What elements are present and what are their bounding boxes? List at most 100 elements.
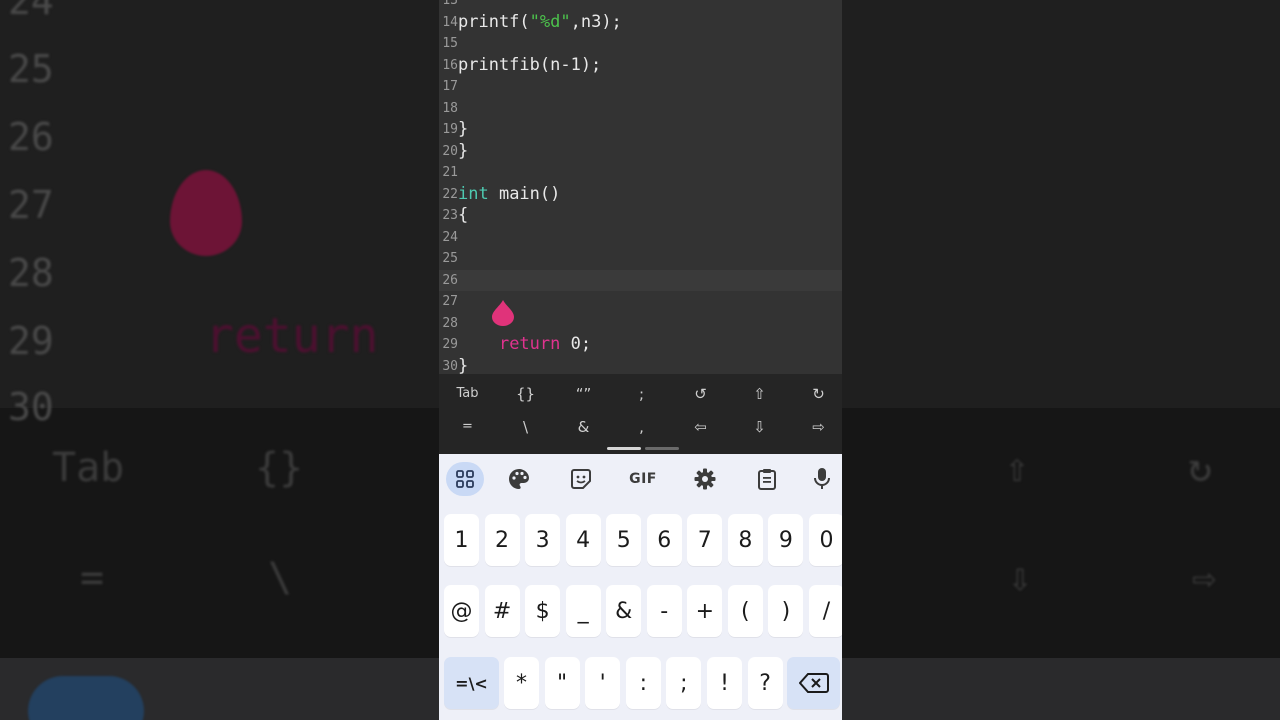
palette-icon[interactable] xyxy=(500,462,538,496)
code-line[interactable]: 19} xyxy=(439,119,842,140)
key[interactable]: 3 xyxy=(525,514,561,566)
extra-key[interactable]: “” xyxy=(555,384,612,404)
key[interactable]: 5 xyxy=(606,514,642,566)
soft-keyboard: GIF 1234567890 @ # $ _ & - +() / =\< * " ':;!? xyxy=(439,454,842,720)
key[interactable]: @ xyxy=(444,585,479,637)
code-line[interactable]: 25 xyxy=(439,248,842,269)
code-token: int xyxy=(458,183,489,204)
bg-line-number: 30 xyxy=(8,385,54,429)
code-line[interactable]: 21 xyxy=(439,162,842,183)
gif-label: GIF xyxy=(629,471,657,487)
key[interactable]: " xyxy=(544,657,580,709)
extra-key[interactable]: \ xyxy=(497,417,554,437)
code-line[interactable]: 15 xyxy=(439,33,842,54)
key[interactable]: ( xyxy=(727,585,763,637)
bg-active-circle xyxy=(28,676,144,720)
code-line[interactable]: 13 xyxy=(439,0,842,11)
code-line[interactable]: 17 xyxy=(439,76,842,97)
extra-key[interactable]: , xyxy=(613,417,670,437)
extra-keys-bar: Tab{} “”; ↺ ⇧ ↻ = \ &, ⇦ ⇩ ⇨ xyxy=(439,374,842,454)
settings-gear-icon[interactable] xyxy=(686,462,724,496)
extra-key[interactable]: ⇨ xyxy=(790,417,842,437)
bg-extra-key: = xyxy=(80,555,105,601)
code-text: int main() xyxy=(458,184,560,205)
extra-key[interactable]: ; xyxy=(613,384,670,404)
page-indicator-inactive[interactable] xyxy=(645,447,679,450)
code-line[interactable]: 30} xyxy=(439,356,842,375)
line-number: 14 xyxy=(442,14,458,30)
line-number: 18 xyxy=(442,100,458,116)
key[interactable]: ' xyxy=(585,657,621,709)
key[interactable]: 9 xyxy=(768,514,804,566)
key[interactable]: 4 xyxy=(565,514,601,566)
key[interactable]: 2 xyxy=(484,514,520,566)
key[interactable]: $ xyxy=(525,585,561,637)
line-number: 30 xyxy=(442,358,458,374)
line-number: 26 xyxy=(442,272,458,288)
bg-line-number: 24 xyxy=(8,0,54,23)
line-number: 23 xyxy=(442,208,458,223)
key[interactable]: / xyxy=(808,585,842,637)
line-number: 22 xyxy=(442,186,458,202)
code-token: 0; xyxy=(560,334,592,354)
line-number: 21 xyxy=(442,165,458,180)
bg-line-number: 27 xyxy=(8,183,54,227)
line-number: 24 xyxy=(442,229,458,245)
line-number: 17 xyxy=(442,79,458,94)
code-line[interactable]: 18 xyxy=(439,98,842,119)
code-line[interactable]: 14 printf("%d",n3); xyxy=(439,12,842,33)
line-number: 20 xyxy=(442,143,458,159)
extra-key[interactable]: ↻ xyxy=(790,384,842,404)
key[interactable]: 0 xyxy=(808,514,842,566)
key[interactable]: 6 xyxy=(646,514,682,566)
sticker-icon[interactable] xyxy=(562,462,600,496)
page-indicator-active xyxy=(607,447,641,450)
microphone-icon[interactable] xyxy=(803,462,841,496)
bg-extra-key: ↻ xyxy=(1188,445,1213,491)
key[interactable]: 1 xyxy=(444,514,479,566)
extra-key[interactable]: ⇦ xyxy=(672,417,729,437)
extra-key[interactable]: ⇩ xyxy=(731,417,788,437)
code-line[interactable]: 20} xyxy=(439,141,842,162)
key[interactable]: 7 xyxy=(687,514,723,566)
extra-key[interactable]: = xyxy=(439,417,496,437)
extra-key[interactable]: Tab xyxy=(439,384,496,404)
key[interactable]: 8 xyxy=(727,514,763,566)
code-line[interactable]: 26 xyxy=(439,269,842,291)
key[interactable]: ) xyxy=(768,585,804,637)
code-line[interactable]: 22 int main() xyxy=(439,184,842,205)
key[interactable]: & xyxy=(606,585,642,637)
key[interactable]: _ xyxy=(565,585,601,637)
code-text: } xyxy=(458,140,469,161)
phone-screen: 13 14 printf("%d",n3); 15 16 printfib(n-1); 17… xyxy=(439,0,842,720)
key[interactable]: ; xyxy=(666,657,702,709)
code-line[interactable]: 24 xyxy=(439,227,842,248)
bg-line-number: 25 xyxy=(8,47,54,91)
key[interactable]: ? xyxy=(747,657,783,709)
key[interactable]: : xyxy=(625,657,661,709)
code-editor[interactable]: 13 14 printf("%d",n3); 15 16 printfib(n-1); 17… xyxy=(439,0,842,374)
key[interactable]: + xyxy=(687,585,723,637)
key[interactable]: - xyxy=(646,585,682,637)
extra-key[interactable]: & xyxy=(555,417,612,437)
code-line[interactable]: 16 printfib(n-1); xyxy=(439,55,842,76)
text-cursor-handle[interactable] xyxy=(492,300,514,326)
gif-button[interactable]: GIF xyxy=(624,462,662,496)
keyboard-toolbar: GIF xyxy=(439,454,842,504)
extra-key[interactable]: {} xyxy=(497,384,554,404)
extra-key[interactable]: ↺ xyxy=(672,384,729,404)
apps-grid-icon[interactable] xyxy=(446,462,484,496)
backspace-icon xyxy=(798,673,829,693)
clipboard-icon[interactable] xyxy=(748,462,786,496)
extra-key[interactable]: ⇧ xyxy=(731,384,788,404)
key[interactable]: ! xyxy=(707,657,742,709)
key[interactable]: * xyxy=(504,657,539,709)
code-line[interactable]: 23{ xyxy=(439,205,842,226)
line-number: 16 xyxy=(442,57,458,73)
backspace-key[interactable] xyxy=(787,657,840,709)
key[interactable]: # xyxy=(484,585,520,637)
symbols-toggle-key[interactable]: =\< xyxy=(444,657,499,709)
code-line[interactable]: 29 return 0; xyxy=(439,334,842,355)
bg-line-number: 28 xyxy=(8,251,54,295)
